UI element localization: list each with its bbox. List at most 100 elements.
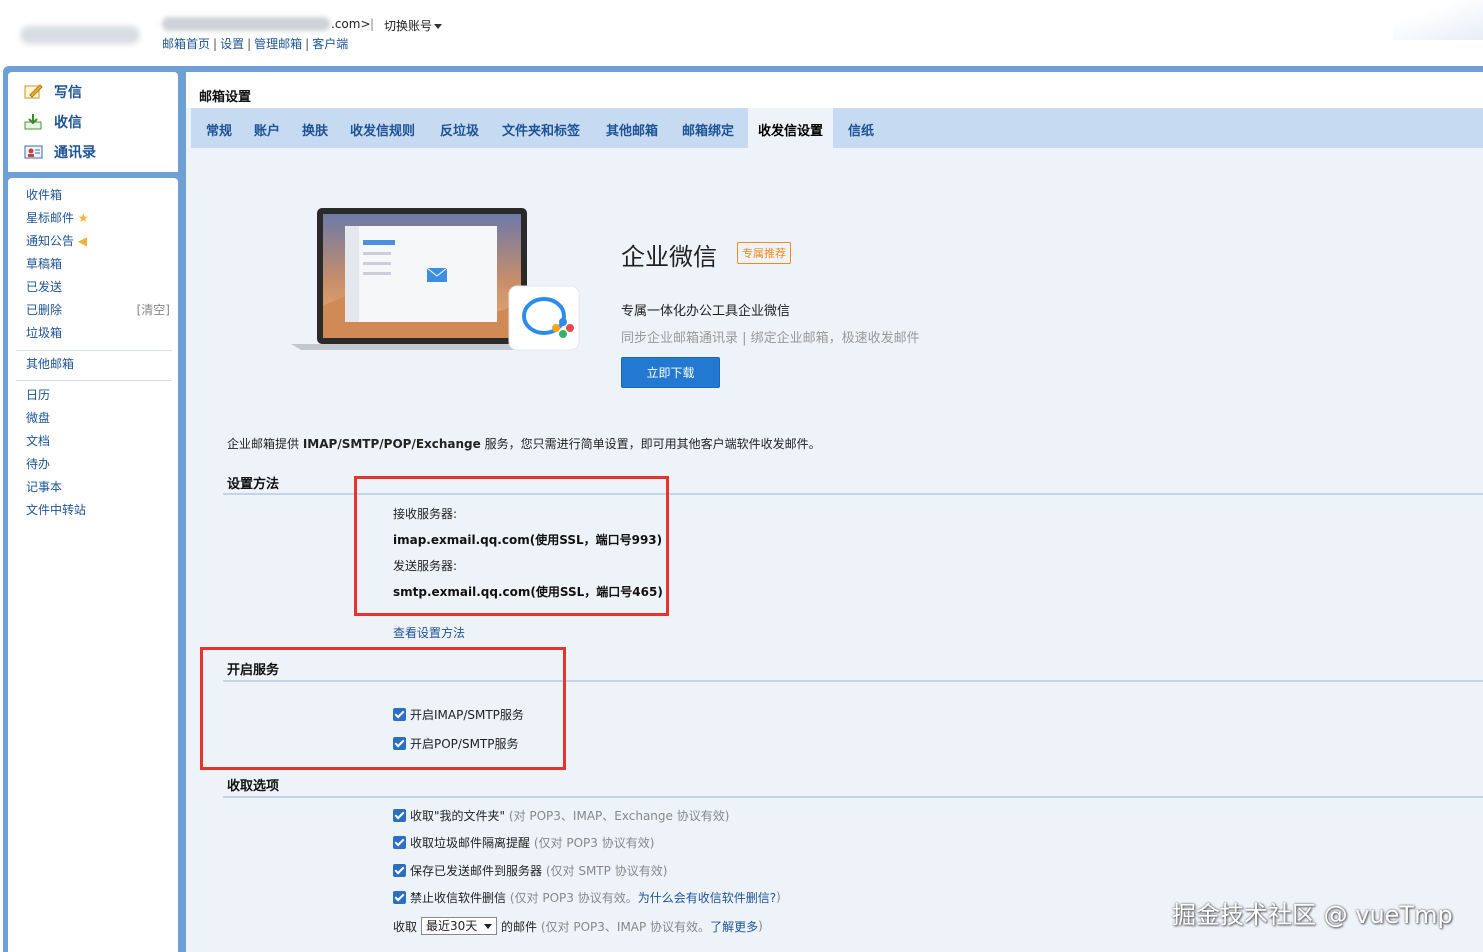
folder-spam[interactable]: 垃圾箱 [26, 324, 62, 342]
receive-period-suffix: 的邮件 [501, 919, 538, 934]
promo-title: 企业微信 [621, 243, 717, 271]
save-sent-label: 保存已发送邮件到服务器 [410, 863, 543, 878]
account-email-suffix: .com> [331, 17, 371, 31]
settings-panel: 邮箱设置 常规 账户 换肤 收发信规则 反垃圾 文件夹和标签 其他邮箱 邮箱绑定… [186, 72, 1483, 952]
folder-list: 收件箱 星标邮件 ★ 通知公告 ◀ 草稿箱 已发送 已删除 [清空] 垃圾箱 其… [8, 178, 178, 952]
highlight-box-servers [354, 476, 669, 616]
intro-prefix: 企业邮箱提供 [227, 437, 303, 451]
promo-subtitle: 专属一体化办公工具企业微信 [621, 304, 791, 319]
compose-button[interactable]: 写信 [24, 81, 82, 103]
header-separator: | [370, 17, 375, 31]
save-sent-checkbox[interactable] [393, 863, 406, 877]
save-sent-row[interactable]: 保存已发送邮件到服务器 (仅对 SMTP 协议有效) [393, 862, 667, 878]
switch-account-dropdown[interactable]: 切换账号 [384, 17, 443, 34]
receive-period-prefix: 收取 [393, 919, 418, 934]
link-manage-mail[interactable]: 管理邮箱 [254, 37, 302, 51]
app-micro-disk[interactable]: 微盘 [26, 409, 50, 427]
prevent-delete-row[interactable]: 禁止收信软件删信 (仅对 POP3 协议有效。 为什么会有收信软件删信?) [393, 889, 781, 905]
folder-inbox[interactable]: 收件箱 [26, 186, 62, 204]
switch-account-label: 切换账号 [384, 19, 433, 33]
view-setup-method-link[interactable]: 查看设置方法 [393, 624, 465, 641]
prevent-delete-checkbox[interactable] [393, 890, 406, 904]
folder-notices-label: 通知公告 [26, 234, 75, 248]
prevent-delete-note-end: ) [776, 890, 781, 904]
company-logo [20, 26, 140, 44]
app-todo[interactable]: 待办 [26, 455, 50, 473]
spam-quarantine-checkbox[interactable] [393, 835, 406, 849]
compose-icon [24, 84, 44, 100]
intro-suffix: 服务，您只需进行简单设置，即可用其他客户端软件收发邮件。 [480, 437, 821, 451]
compose-label: 写信 [54, 85, 82, 101]
app-notebook[interactable]: 记事本 [26, 478, 62, 496]
tab-skin[interactable]: 换肤 [302, 108, 328, 148]
receive-my-folders-note: (对 POP3、IMAP、Exchange 协议有效) [508, 808, 730, 823]
promo-badge: 专属推荐 [737, 242, 791, 264]
receive-period-row: 收取 最近30天 的邮件 (仅对 POP3、IMAP 协议有效。 了解更多) [393, 916, 763, 936]
save-sent-note: (仅对 SMTP 协议有效) [545, 863, 668, 878]
prevent-delete-label: 禁止收信软件删信 [410, 890, 507, 905]
header-links: 邮箱首页 | 设置 | 管理邮箱 | 客户端 [162, 35, 348, 52]
app-documents[interactable]: 文档 [26, 432, 50, 450]
app-calendar[interactable]: 日历 [26, 386, 50, 404]
quick-actions: 写信 收信 通讯录 [8, 72, 178, 172]
clear-deleted-link[interactable]: [清空] [137, 301, 170, 319]
download-button[interactable]: 立即下载 [621, 357, 720, 388]
tab-mailbox-binding[interactable]: 邮箱绑定 [682, 108, 734, 148]
inbox-download-icon [24, 114, 44, 130]
tab-mail-rules[interactable]: 收发信规则 [350, 108, 415, 148]
link-client[interactable]: 客户端 [312, 37, 348, 51]
sidebar: 写信 收信 通讯录 收件箱 星标邮件 ★ 通知公告 ◀ 草稿箱 已发送 已删除 … [8, 72, 180, 952]
receive-my-folders-checkbox[interactable] [393, 808, 406, 822]
contacts-icon [24, 144, 44, 160]
prevent-delete-note: (仅对 POP3 协议有效。 [509, 890, 638, 905]
tab-folders-labels[interactable]: 文件夹和标签 [502, 108, 580, 148]
section-title-setup: 设置方法 [227, 477, 280, 492]
folder-deleted[interactable]: 已删除 [26, 301, 62, 319]
watermark: 掘金技术社区 @ vueTmp [1172, 901, 1453, 929]
link-separator: | [213, 37, 218, 51]
page-title: 邮箱设置 [199, 90, 252, 105]
intro-text: 企业邮箱提供 IMAP/SMTP/POP/Exchange 服务，您只需进行简单… [227, 435, 821, 452]
top-header: .com> | 切换账号 邮箱首页 | 设置 | 管理邮箱 | 客户端 [0, 0, 1483, 66]
settings-tabs: 常规 账户 换肤 收发信规则 反垃圾 文件夹和标签 其他邮箱 邮箱绑定 收发信设… [191, 108, 1483, 148]
folder-other-mailboxes[interactable]: 其他邮箱 [26, 355, 74, 373]
contacts-label: 通讯录 [54, 145, 96, 161]
spam-quarantine-row[interactable]: 收取垃圾邮件隔离提醒 (仅对 POP3 协议有效) [393, 834, 654, 850]
link-separator: | [247, 37, 252, 51]
tab-anti-spam[interactable]: 反垃圾 [440, 108, 479, 148]
folder-drafts[interactable]: 草稿箱 [26, 255, 62, 273]
folder-starred[interactable]: 星标邮件 ★ [26, 209, 89, 227]
spam-quarantine-note: (仅对 POP3 协议有效) [533, 835, 655, 850]
link-mail-home[interactable]: 邮箱首页 [162, 37, 210, 51]
tab-other-mailboxes[interactable]: 其他邮箱 [606, 108, 658, 148]
folder-notices[interactable]: 通知公告 ◀ [26, 232, 87, 250]
wecom-laptop-illustration [291, 206, 591, 356]
promo-description: 同步企业邮箱通讯录 | 绑定企业邮箱，极速收发邮件 [621, 331, 920, 346]
tab-account[interactable]: 账户 [254, 108, 280, 148]
intro-protocols: IMAP/SMTP/POP/Exchange [302, 437, 481, 451]
receive-my-folders-row[interactable]: 收取"我的文件夹" (对 POP3、IMAP、Exchange 协议有效) [393, 807, 729, 823]
spam-quarantine-label: 收取垃圾邮件隔离提醒 [410, 835, 531, 850]
highlight-box-services [200, 647, 566, 770]
receive-label: 收信 [54, 115, 82, 131]
link-settings[interactable]: 设置 [220, 37, 244, 51]
section-title-receive-options: 收取选项 [227, 779, 280, 794]
tab-send-receive-settings[interactable]: 收发信设置 [748, 108, 834, 148]
tab-stationery[interactable]: 信纸 [848, 108, 874, 148]
why-delete-link[interactable]: 为什么会有收信软件删信? [638, 889, 776, 906]
receive-button[interactable]: 收信 [24, 111, 82, 133]
folder-sent[interactable]: 已发送 [26, 278, 62, 296]
tab-general[interactable]: 常规 [206, 108, 232, 148]
receive-period-note: (仅对 POP3、IMAP 协议有效。 [540, 919, 711, 934]
account-email-redacted [162, 17, 330, 31]
folder-divider [16, 380, 172, 381]
app-file-transfer[interactable]: 文件中转站 [26, 501, 86, 519]
link-separator: | [305, 37, 310, 51]
learn-more-link[interactable]: 了解更多 [710, 918, 758, 935]
receive-period-select[interactable]: 最近30天 [421, 917, 498, 935]
speaker-icon: ◀ [77, 234, 88, 248]
contacts-button[interactable]: 通讯录 [24, 141, 96, 163]
folder-starred-label: 星标邮件 [26, 211, 75, 225]
receive-period-note-end: ) [758, 919, 763, 933]
star-icon: ★ [77, 211, 89, 225]
